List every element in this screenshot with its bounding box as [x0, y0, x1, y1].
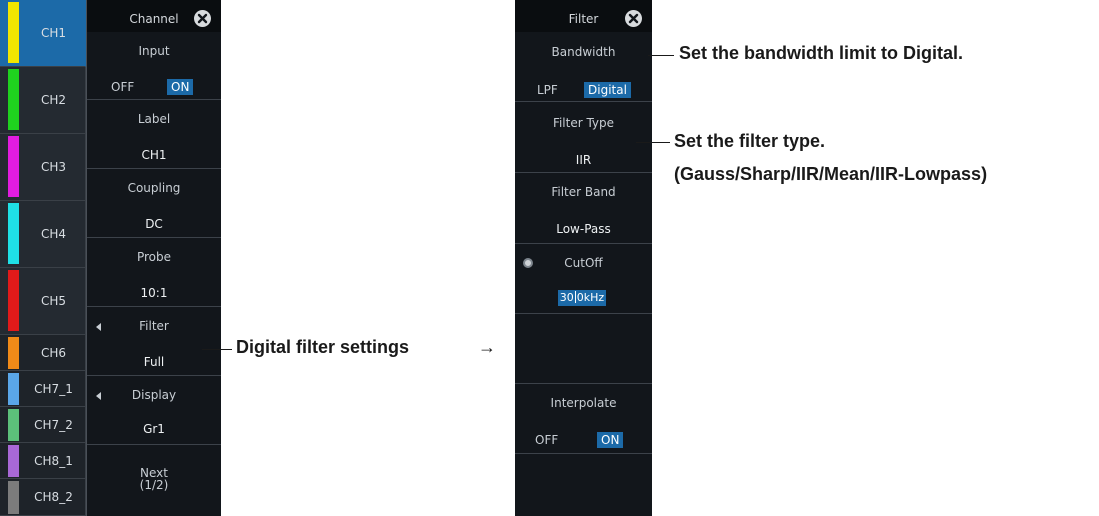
coupling-value: DC	[145, 217, 163, 231]
next-softkey[interactable]: Next (1/2)	[87, 445, 221, 516]
label-value: CH1	[141, 148, 167, 162]
digital-filter-annotation: Digital filter settings	[236, 337, 410, 357]
text-cursor	[574, 291, 576, 303]
input-caption: Input	[138, 44, 170, 58]
channel-color-swatch	[8, 337, 19, 369]
cutoff-unit: kHz	[583, 291, 605, 304]
coupling-caption: Coupling	[127, 181, 181, 195]
next-page-indicator: (1/2)	[139, 478, 169, 492]
bandwidth-lpf-option: LPF	[537, 83, 558, 97]
input-toggle: OFF ON	[87, 79, 221, 97]
input-off-option: OFF	[111, 80, 135, 94]
right-arrow-icon: →	[478, 337, 496, 357]
tab-ch4[interactable]: CH4	[0, 201, 86, 268]
tab-ch8-1[interactable]: CH8_1	[0, 443, 86, 479]
interpolate-caption: Interpolate	[550, 396, 617, 410]
empty-softkey	[515, 454, 652, 516]
cutoff-value-field[interactable]: 30 0kHz	[558, 290, 606, 306]
filter-type-value: IIR	[575, 153, 592, 167]
filter-band-value: Low-Pass	[556, 222, 611, 236]
display-caption: Display	[131, 388, 177, 402]
display-value: Gr1	[143, 422, 165, 436]
tab-ch1[interactable]: CH1	[0, 0, 86, 67]
probe-value: 10:1	[140, 286, 168, 300]
channel-color-swatch	[8, 373, 19, 405]
close-icon[interactable]	[194, 10, 211, 27]
tab-label: CH7_1	[34, 382, 73, 396]
input-on-option: ON	[167, 79, 194, 95]
tab-ch2[interactable]: CH2	[0, 67, 86, 134]
bandwidth-annotation: Set the bandwidth limit to Digital.	[679, 43, 963, 63]
channel-color-swatch	[8, 481, 19, 514]
channel-tab-strip: CH1 CH2 CH3 CH4 CH5 CH6 CH7_1 CH7_2 CH8_…	[0, 0, 86, 516]
channel-menu-title: Channel	[87, 0, 221, 32]
channel-menu-panel: Channel Input OFF ON Label CH1 Coupling …	[86, 0, 221, 516]
channel-color-swatch	[8, 69, 19, 130]
filter-type-leader-line	[636, 142, 670, 143]
tab-label: CH8_2	[34, 490, 73, 504]
filter-menu-panel: Filter Bandwidth LPF Digital Filter Type…	[515, 0, 652, 516]
filter-value: Full	[143, 355, 165, 369]
menu-title-text: Filter	[568, 12, 599, 26]
filter-type-annotation: Set the filter type.	[674, 131, 826, 151]
label-softkey[interactable]: Label CH1	[87, 100, 221, 169]
filter-band-softkey[interactable]: Filter Band Low-Pass	[515, 173, 652, 244]
tab-label: CH5	[40, 294, 67, 308]
filter-leader-line	[202, 349, 232, 350]
cutoff-value-digit: 0	[576, 291, 584, 304]
bandwidth-digital-option: Digital	[584, 82, 631, 98]
bandwidth-toggle: LPF Digital	[515, 82, 652, 100]
channel-color-swatch	[8, 2, 19, 63]
cutoff-caption: CutOff	[564, 256, 603, 270]
tab-ch6[interactable]: CH6	[0, 335, 86, 371]
channel-color-swatch	[8, 203, 19, 264]
channel-color-swatch	[8, 270, 19, 331]
tab-ch5[interactable]: CH5	[0, 268, 86, 335]
channel-color-swatch	[8, 445, 19, 477]
cutoff-value-digits: 30	[559, 291, 574, 304]
label-caption: Label	[137, 112, 171, 126]
probe-caption: Probe	[136, 250, 172, 264]
interpolate-on-option: ON	[597, 432, 624, 448]
tab-label: CH2	[40, 93, 67, 107]
filter-type-options-annotation: (Gauss/Sharp/IIR/Mean/IIR-Lowpass)	[674, 164, 988, 184]
bandwidth-leader-line	[648, 55, 674, 56]
tab-ch7-1[interactable]: CH7_1	[0, 371, 86, 407]
channel-color-swatch	[8, 409, 19, 441]
empty-softkey	[515, 314, 652, 384]
close-icon[interactable]	[625, 10, 642, 27]
filter-type-caption: Filter Type	[552, 116, 615, 130]
filter-softkey[interactable]: Filter Full	[87, 307, 221, 376]
tab-label: CH6	[40, 346, 67, 360]
display-softkey[interactable]: Display Gr1	[87, 376, 221, 445]
filter-type-softkey[interactable]: Filter Type IIR	[515, 102, 652, 173]
bandwidth-softkey[interactable]: Bandwidth LPF Digital	[515, 32, 652, 102]
tab-ch8-2[interactable]: CH8_2	[0, 479, 86, 516]
tab-label: CH1	[40, 26, 67, 40]
bandwidth-caption: Bandwidth	[551, 45, 616, 59]
tab-label: CH7_2	[34, 418, 73, 432]
filter-caption: Filter	[139, 319, 169, 333]
tab-label: CH8_1	[34, 454, 73, 468]
coupling-softkey[interactable]: Coupling DC	[87, 169, 221, 238]
menu-title-text: Channel	[129, 12, 179, 26]
cutoff-softkey[interactable]: CutOff 30 0kHz	[515, 244, 652, 314]
input-softkey[interactable]: Input OFF ON	[87, 32, 221, 100]
tab-ch3[interactable]: CH3	[0, 134, 86, 201]
probe-softkey[interactable]: Probe 10:1	[87, 238, 221, 307]
interpolate-toggle: OFF ON	[515, 432, 652, 450]
channel-color-swatch	[8, 136, 19, 197]
interpolate-off-option: OFF	[535, 433, 559, 447]
tab-label: CH4	[40, 227, 67, 241]
filter-menu-title: Filter	[515, 0, 652, 32]
filter-band-caption: Filter Band	[551, 185, 616, 199]
tab-label: CH3	[40, 160, 67, 174]
tab-ch7-2[interactable]: CH7_2	[0, 407, 86, 443]
interpolate-softkey[interactable]: Interpolate OFF ON	[515, 384, 652, 454]
